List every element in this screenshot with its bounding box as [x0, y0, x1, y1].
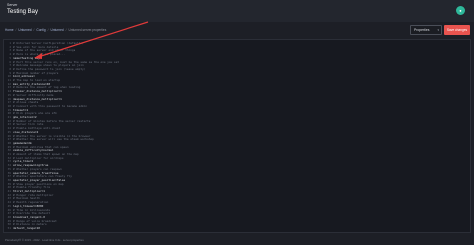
server-title: Testing Bay [7, 9, 39, 15]
breadcrumb-item-home[interactable]: Home [5, 26, 14, 34]
breadcrumb-separator: / [33, 28, 35, 32]
breadcrumb-current-file: Unturned.server.properties [68, 28, 107, 32]
app-header: Server Testing Bay ● [0, 0, 474, 22]
code-line[interactable]: 51 default_range=10 [4, 226, 472, 230]
code-text: default_range=10 [13, 226, 40, 230]
save-changes-button[interactable]: Save changes [444, 25, 470, 35]
breadcrumb-separator: / [47, 28, 49, 32]
breadcrumb: Home / Unturned / Config / Unturned / Un… [5, 26, 405, 34]
chevron-down-icon: ▾ [437, 28, 439, 32]
line-number: 51 [7, 226, 11, 230]
breadcrumb-separator: / [15, 28, 17, 32]
header-label: Server [7, 3, 18, 7]
breadcrumb-item-config[interactable]: Config [36, 26, 45, 34]
file-mode-select[interactable]: Properties ▾ [410, 25, 442, 35]
breadcrumb-item-unturned-folder[interactable]: Unturned [51, 26, 64, 34]
code-editor[interactable]: 1 # Unturned Server Configuration (defaul… [3, 39, 471, 233]
file-mode-select-value: Properties [414, 28, 430, 32]
breadcrumb-item-unturned[interactable]: Unturned [18, 26, 31, 34]
footer-text: Pterodactyl® © 2015 - 2022 · Load time 0… [5, 238, 84, 242]
breadcrumb-separator: / [65, 28, 67, 32]
user-avatar[interactable]: ● [456, 6, 465, 15]
